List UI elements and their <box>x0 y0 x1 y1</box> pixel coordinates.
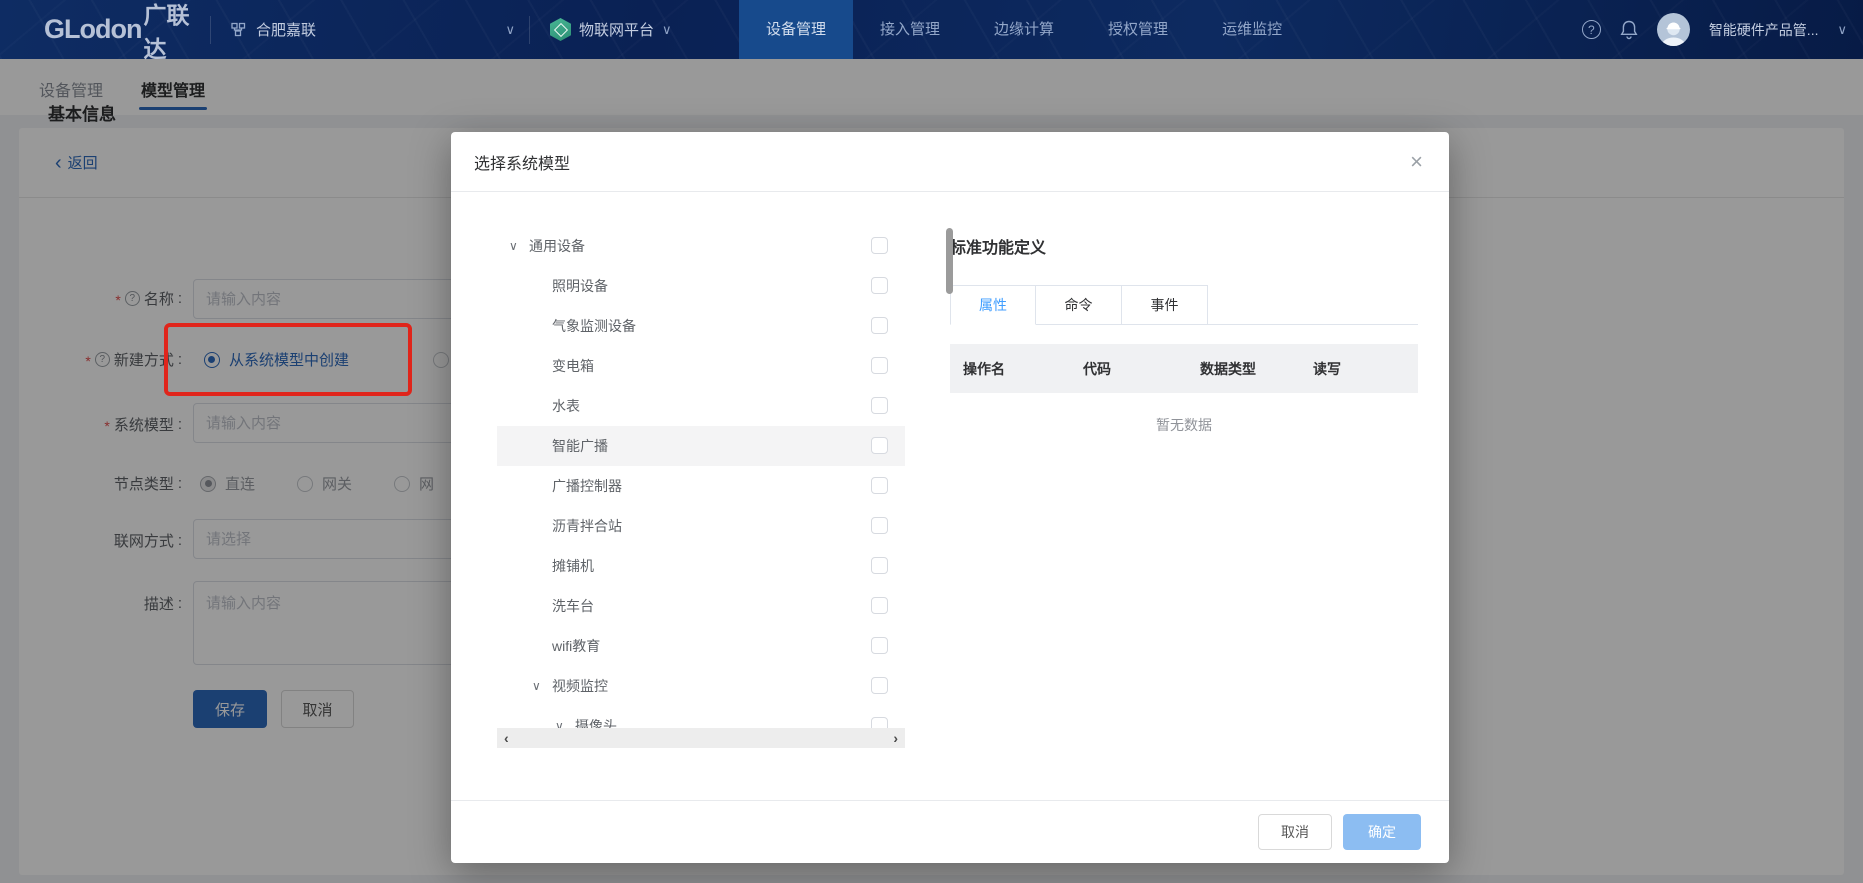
tree-node[interactable]: ∨气象监测设备 <box>497 306 905 346</box>
tree-node[interactable]: ∨智能广播 <box>497 426 905 466</box>
tree-node-label: 通用设备 <box>529 236 585 256</box>
logo-brand-cn: 广联达 <box>143 0 210 64</box>
tree-node[interactable]: ∨变电箱 <box>497 346 905 386</box>
tree-vertical-scrollbar[interactable] <box>946 228 953 294</box>
tree-node-checkbox[interactable] <box>871 357 888 374</box>
tree-node-checkbox[interactable] <box>871 557 888 574</box>
chevron-down-icon[interactable]: ∨ <box>505 23 515 36</box>
tree-node[interactable]: ∨摊铺机 <box>497 546 905 586</box>
dialog-confirm-button[interactable]: 确定 <box>1343 814 1421 850</box>
tree-node-label: 洗车台 <box>552 596 594 616</box>
chevron-down-icon[interactable]: ∨ <box>1837 23 1847 36</box>
empty-state-text: 暂无数据 <box>950 415 1418 435</box>
logo-brand-en: GLodon <box>44 14 141 45</box>
tree-node-label: 智能广播 <box>552 436 608 456</box>
tree-node[interactable]: ∨摄像头 <box>497 706 905 728</box>
table-column-header: 操作名 <box>963 359 1083 379</box>
tree-node[interactable]: ∨通用设备 <box>497 226 905 266</box>
tree-node-checkbox[interactable] <box>871 477 888 494</box>
tree-node[interactable]: ∨照明设备 <box>497 266 905 306</box>
standard-function-panel: 标准功能定义 属性命令事件 操作名代码数据类型读写 暂无数据 <box>950 234 1418 435</box>
select-system-model-dialog: 选择系统模型 × ∨通用设备∨照明设备∨气象监测设备∨变电箱∨水表∨智能广播∨广… <box>451 132 1449 863</box>
tree-node-checkbox[interactable] <box>871 277 888 294</box>
function-tab-item[interactable]: 事件 <box>1122 285 1208 325</box>
product-name: 物联网平台 <box>579 19 654 40</box>
nav-item[interactable]: 接入管理 <box>853 0 967 59</box>
dialog-header: 选择系统模型 × <box>451 132 1449 192</box>
tree-node-label: 广播控制器 <box>552 476 622 496</box>
tree-node-label: 视频监控 <box>552 676 608 696</box>
nav-item[interactable]: 设备管理 <box>739 0 853 59</box>
main-nav-menu: 设备管理接入管理边缘计算授权管理运维监控 <box>739 0 1309 59</box>
tree-expand-icon[interactable]: ∨ <box>532 679 552 693</box>
nav-item[interactable]: 边缘计算 <box>967 0 1081 59</box>
tree-node-label: 气象监测设备 <box>552 316 636 336</box>
function-tabs: 属性命令事件 <box>950 285 1418 325</box>
tree-node-checkbox[interactable] <box>871 237 888 254</box>
tree-node-checkbox[interactable] <box>871 397 888 414</box>
tree-node-checkbox[interactable] <box>871 597 888 614</box>
table-header: 操作名代码数据类型读写 <box>950 344 1418 393</box>
close-icon[interactable]: × <box>1410 151 1423 173</box>
top-navbar: GLodon 广联达 合肥嘉联 ∨ 物联网平台 ∨ <box>0 0 1863 59</box>
tree-expand-icon[interactable]: ∨ <box>509 239 529 253</box>
org-selector[interactable]: 合肥嘉联 ∨ <box>211 0 529 59</box>
tree-node[interactable]: ∨wifi教育 <box>497 626 905 666</box>
product-switcher[interactable]: 物联网平台 ∨ <box>530 0 738 59</box>
tree-expand-icon[interactable]: ∨ <box>555 719 575 728</box>
table-column-header: 代码 <box>1083 359 1200 379</box>
annotation-highlight-box <box>164 323 412 396</box>
org-name: 合肥嘉联 <box>256 19 316 40</box>
logo: GLodon 广联达 <box>44 0 210 59</box>
tree-node-label: 变电箱 <box>552 356 594 376</box>
function-tab-active[interactable]: 属性 <box>950 285 1036 325</box>
notification-bell-icon[interactable] <box>1620 20 1638 40</box>
table-column-header: 数据类型 <box>1200 359 1313 379</box>
tree-node[interactable]: ∨水表 <box>497 386 905 426</box>
nav-item[interactable]: 运维监控 <box>1195 0 1309 59</box>
panel-title: 标准功能定义 <box>950 234 1418 258</box>
tree-horizontal-scrollbar[interactable]: ‹ › <box>497 728 905 748</box>
help-icon[interactable]: ? <box>1582 20 1601 39</box>
tree-node-checkbox[interactable] <box>871 437 888 454</box>
navbar-right: ? 智能硬件产品管... ∨ <box>1582 0 1847 59</box>
model-tree: ∨通用设备∨照明设备∨气象监测设备∨变电箱∨水表∨智能广播∨广播控制器∨沥青拌合… <box>497 226 905 728</box>
user-avatar[interactable] <box>1657 13 1690 46</box>
tree-node-checkbox[interactable] <box>871 517 888 534</box>
tree-node-label: 水表 <box>552 396 580 416</box>
tree-node-checkbox[interactable] <box>871 717 888 728</box>
tree-node-label: wifi教育 <box>552 636 600 656</box>
iot-platform-icon <box>550 18 571 41</box>
dialog-cancel-button[interactable]: 取消 <box>1258 814 1332 850</box>
table-column-header: 读写 <box>1313 359 1418 379</box>
tree-node[interactable]: ∨沥青拌合站 <box>497 506 905 546</box>
tree-node-label: 沥青拌合站 <box>552 516 622 536</box>
tree-node-checkbox[interactable] <box>871 317 888 334</box>
tree-node-label: 照明设备 <box>552 276 608 296</box>
scroll-right-icon[interactable]: › <box>893 731 898 745</box>
tree-node[interactable]: ∨洗车台 <box>497 586 905 626</box>
tree-node-checkbox[interactable] <box>871 677 888 694</box>
org-tree-icon <box>231 22 246 37</box>
tree-node-label: 摄像头 <box>575 716 617 728</box>
scroll-left-icon[interactable]: ‹ <box>504 731 509 745</box>
function-tab-item[interactable]: 命令 <box>1036 285 1122 325</box>
screen: GLodon 广联达 合肥嘉联 ∨ 物联网平台 ∨ <box>0 0 1863 883</box>
dialog-footer: 取消 确定 <box>451 800 1449 863</box>
chevron-down-icon[interactable]: ∨ <box>662 23 672 36</box>
tree-node-label: 摊铺机 <box>552 556 594 576</box>
dialog-title: 选择系统模型 <box>474 150 570 174</box>
current-user-name[interactable]: 智能硬件产品管... <box>1709 20 1819 40</box>
tree-node[interactable]: ∨广播控制器 <box>497 466 905 506</box>
tree-node-checkbox[interactable] <box>871 637 888 654</box>
nav-item[interactable]: 授权管理 <box>1081 0 1195 59</box>
tree-node[interactable]: ∨视频监控 <box>497 666 905 706</box>
